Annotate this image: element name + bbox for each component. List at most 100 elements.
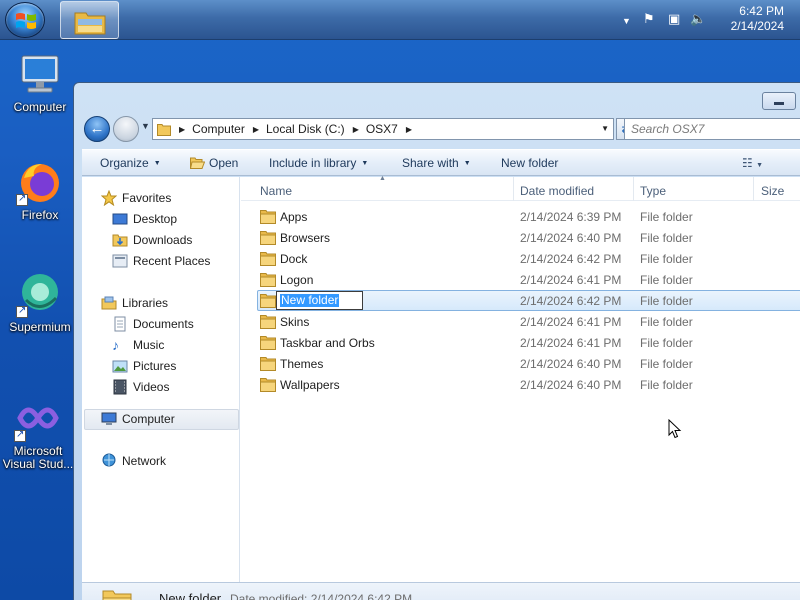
mouse-cursor-icon <box>668 419 682 439</box>
column-header-date-modified[interactable]: Date modified <box>520 184 594 198</box>
address-dropdown-icon[interactable]: ▼ <box>601 124 609 133</box>
organize-button[interactable]: Organize ▼ <box>100 156 161 170</box>
folder-icon <box>260 252 276 266</box>
nav-item-network[interactable]: Network <box>101 451 166 471</box>
network-small-icon <box>101 453 117 469</box>
explorer-window: ← ▼ ▶ Computer ▶ Local Disk (C:) ▶ OSX7 … <box>73 82 800 600</box>
breadcrumb-osx7[interactable]: OSX7 <box>366 122 398 136</box>
selected-folder-icon <box>102 590 132 600</box>
share-with-button[interactable]: Share with ▼ <box>402 156 471 170</box>
column-divider[interactable] <box>633 177 634 201</box>
file-type: File folder <box>640 210 693 224</box>
file-date-modified: 2/14/2024 6:40 PM <box>520 378 622 392</box>
file-row[interactable]: Skins 2/14/2024 6:41 PM File folder <box>241 311 800 332</box>
forward-button[interactable] <box>113 116 139 142</box>
clock-time: 6:42 PM <box>739 4 784 18</box>
rename-input[interactable]: New folder <box>276 291 363 310</box>
file-row[interactable]: Apps 2/14/2024 6:39 PM File folder <box>241 206 800 227</box>
taskbar-explorer-button[interactable] <box>60 1 119 39</box>
nav-item-documents[interactable]: Documents <box>112 314 194 334</box>
breadcrumb-computer[interactable]: Computer <box>192 122 245 136</box>
nav-item-libraries[interactable]: Libraries <box>101 293 168 313</box>
desktop-icon-visual-studio[interactable]: Microsoft Visual Stud... <box>0 394 76 471</box>
file-date-modified: 2/14/2024 6:40 PM <box>520 231 622 245</box>
desktop-icon <box>112 211 128 227</box>
folder-icon <box>260 273 276 287</box>
desktop-icon-label: Microsoft Visual Stud... <box>2 444 74 471</box>
network-icon[interactable]: ▣ <box>668 12 680 26</box>
folder-icon <box>260 231 276 245</box>
breadcrumb-separator-icon[interactable]: ▶ <box>406 125 412 134</box>
file-row[interactable]: Browsers 2/14/2024 6:40 PM File folder <box>241 227 800 248</box>
folder-icon <box>260 336 276 350</box>
column-divider[interactable] <box>513 177 514 201</box>
desktop-icon-label: Firefox <box>21 208 59 222</box>
navigation-pane: Favorites Desktop Downloads Recent Place… <box>82 177 240 582</box>
file-row[interactable]: Dock 2/14/2024 6:42 PM File folder <box>241 248 800 269</box>
open-folder-icon <box>189 157 206 169</box>
chevron-up-icon[interactable]: ▼ <box>622 14 631 28</box>
change-view-button[interactable]: ☷ ▼ <box>742 156 763 170</box>
nav-item-pictures[interactable]: Pictures <box>112 356 176 376</box>
file-name: Apps <box>280 210 308 224</box>
file-type: File folder <box>640 378 693 392</box>
breadcrumb-separator-icon[interactable]: ▶ <box>253 125 259 134</box>
flag-icon[interactable]: ⚑ <box>643 12 655 26</box>
folder-icon <box>260 294 276 308</box>
folder-icon <box>260 210 276 224</box>
file-type: File folder <box>640 336 693 350</box>
file-type: File folder <box>640 252 693 266</box>
file-name: Browsers <box>280 231 331 245</box>
nav-item-favorites[interactable]: Favorites <box>100 188 171 208</box>
system-tray: ▼ ⚑ ▣ 🔈 6:42 PM 2/14/2024 <box>600 0 800 40</box>
file-type: File folder <box>640 273 693 287</box>
nav-item-downloads[interactable]: Downloads <box>112 230 192 250</box>
column-headers: ▲ Name Date modified Type Size <box>241 175 800 201</box>
search-box[interactable]: Search OSX7 <box>624 118 800 140</box>
file-row[interactable]: New folder 2/14/2024 6:42 PM File folder <box>241 290 800 311</box>
recent-pages-dropdown[interactable]: ▼ <box>141 121 150 131</box>
computer-icon <box>21 55 59 93</box>
open-button[interactable]: Open <box>189 156 238 170</box>
file-name: Taskbar and Orbs <box>280 336 375 350</box>
new-folder-button[interactable]: New folder <box>501 156 558 170</box>
breadcrumb-separator-icon[interactable]: ▶ <box>179 125 185 134</box>
file-row[interactable]: Taskbar and Orbs 2/14/2024 6:41 PM File fo… <box>241 332 800 353</box>
recent-places-icon <box>112 253 128 269</box>
dropdown-arrow-icon: ▼ <box>756 162 764 169</box>
file-date-modified: 2/14/2024 6:42 PM <box>520 252 622 266</box>
file-date-modified: 2/14/2024 6:42 PM <box>520 294 622 308</box>
desktop-icon-firefox[interactable]: Firefox <box>2 158 78 222</box>
breadcrumb-separator-icon[interactable]: ▶ <box>353 125 359 134</box>
column-header-name[interactable]: Name <box>260 184 292 198</box>
desktop-icon-computer[interactable]: Computer <box>2 50 78 114</box>
music-icon: ♪ <box>112 337 119 353</box>
view-list-icon: ☷ <box>742 156 753 170</box>
file-name: Themes <box>280 357 324 371</box>
file-row[interactable]: Wallpapers 2/14/2024 6:40 PM File folder <box>241 374 800 395</box>
column-header-size[interactable]: Size <box>761 184 784 198</box>
file-date-modified: 2/14/2024 6:40 PM <box>520 357 622 371</box>
file-row[interactable]: Themes 2/14/2024 6:40 PM File folder <box>241 353 800 374</box>
address-bar[interactable]: ▶ Computer ▶ Local Disk (C:) ▶ OSX7 ▶ ▼ <box>152 118 614 140</box>
nav-item-recent-places[interactable]: Recent Places <box>112 251 210 271</box>
clock[interactable]: 6:42 PM 2/14/2024 <box>704 4 784 34</box>
libraries-icon <box>101 295 117 311</box>
nav-item-computer[interactable]: Computer <box>101 409 175 429</box>
dropdown-arrow-icon: ▼ <box>463 160 471 167</box>
column-header-type[interactable]: Type <box>640 184 666 198</box>
column-divider[interactable] <box>753 177 754 201</box>
file-row[interactable]: Logon 2/14/2024 6:41 PM File folder <box>241 269 800 290</box>
nav-item-desktop[interactable]: Desktop <box>112 209 177 229</box>
clock-date: 2/14/2024 <box>730 19 784 33</box>
desktop-icon-supermium[interactable]: Supermium <box>2 270 78 334</box>
include-in-library-button[interactable]: Include in library ▼ <box>269 156 368 170</box>
nav-item-music[interactable]: ♪ Music <box>112 335 164 355</box>
windows-logo-icon <box>16 13 36 29</box>
breadcrumb-local-disk[interactable]: Local Disk (C:) <box>266 122 345 136</box>
file-type: File folder <box>640 294 693 308</box>
nav-item-videos[interactable]: Videos <box>112 377 169 397</box>
minimize-button[interactable] <box>762 92 796 110</box>
back-button[interactable]: ← <box>84 116 110 142</box>
start-button[interactable] <box>5 2 45 38</box>
